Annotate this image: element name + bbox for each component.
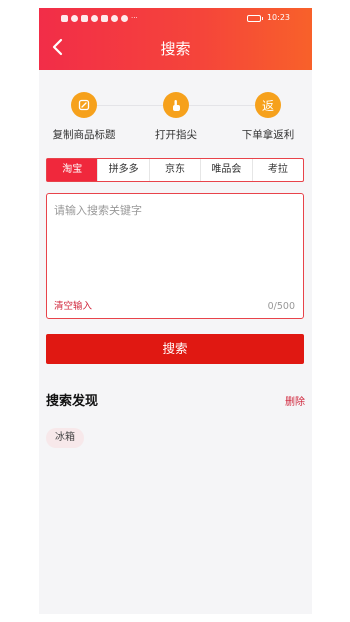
search-button[interactable]: 搜索 — [46, 334, 304, 364]
discovery-title: 搜索发现 — [46, 394, 99, 409]
tab-taobao[interactable]: 淘宝 — [47, 159, 98, 181]
copy-edit-icon — [71, 92, 97, 118]
step-label: 复制商品标题 — [52, 129, 116, 141]
tab-pinduoduo[interactable]: 拼多多 — [97, 159, 148, 181]
char-counter: 0/500 — [267, 301, 295, 312]
app-notification-icon — [101, 14, 108, 22]
status-bar: ··· 10:23 — [39, 11, 312, 25]
app-notification-icon — [81, 14, 88, 22]
step-label: 打开指尖 — [155, 129, 197, 141]
rebate-icon: 返 — [255, 92, 281, 118]
wifi-icon — [71, 14, 78, 22]
delete-history-button[interactable]: 删除 — [285, 393, 305, 408]
more-notifications-icon: ··· — [131, 14, 138, 22]
step-label: 下单拿返利 — [241, 129, 295, 141]
step-open-app: 打开指尖 — [131, 92, 221, 142]
finger-tap-icon — [163, 92, 189, 118]
search-input-box: 清空输入 0/500 — [46, 193, 304, 319]
location-icon — [111, 14, 118, 22]
app-notification-icon — [121, 14, 128, 22]
step-copy-title: 复制商品标题 — [39, 92, 129, 142]
search-input[interactable] — [54, 202, 294, 284]
sim-icon — [61, 14, 68, 22]
battery-icon — [246, 14, 263, 22]
clear-input-button[interactable]: 清空输入 — [54, 298, 92, 312]
app-screen: ··· 10:23 搜索 复制商品标题 打开指尖 返 下单拿返利 淘宝 拼多多 … — [39, 8, 312, 614]
page-title: 搜索 — [160, 40, 191, 58]
steps-guide: 复制商品标题 打开指尖 返 下单拿返利 — [39, 92, 312, 152]
status-icons: ··· — [61, 11, 138, 25]
step-order-rebate: 返 下单拿返利 — [223, 92, 312, 142]
tab-vipshop[interactable]: 唯品会 — [200, 159, 251, 181]
status-time: 10:23 — [266, 13, 290, 22]
tab-jd[interactable]: 京东 — [148, 159, 200, 181]
search-tag[interactable]: 冰箱 — [46, 428, 84, 448]
discovery-tags: 冰箱 — [46, 428, 84, 448]
platform-tabs: 淘宝 拼多多 京东 唯品会 考拉 — [46, 158, 304, 182]
shield-icon — [91, 14, 98, 22]
tab-kaola[interactable]: 考拉 — [251, 159, 303, 181]
header-bar: ··· 10:23 搜索 — [39, 8, 312, 70]
